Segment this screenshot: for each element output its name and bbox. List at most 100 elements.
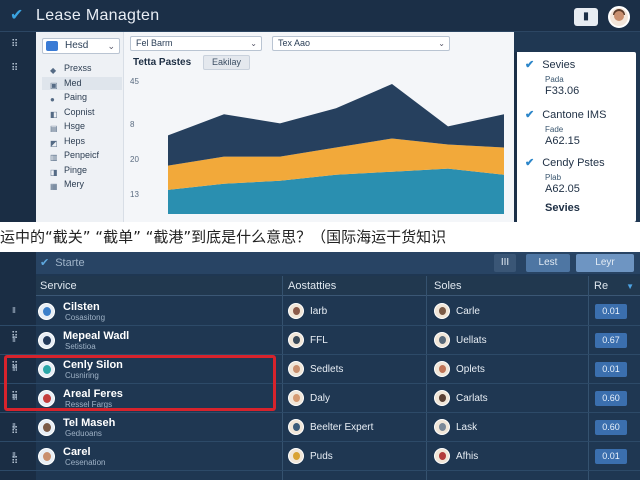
avatar <box>288 448 304 464</box>
row-name: Tel Maseh <box>63 417 116 429</box>
attribute-text: FFL <box>310 335 328 346</box>
sales-text: Uellats <box>456 335 487 346</box>
list-icon[interactable]: ⠿ <box>11 64 23 74</box>
chart-tab[interactable]: Eakilay <box>203 55 251 70</box>
app-window: ✔ Lease Managten ▮ ⠿ ⠿ ⠿ ⠿ ⠿ ⠿ ⠿ Hesd ⌄ … <box>0 0 640 480</box>
nav-item-label: Pinge <box>64 164 88 175</box>
value-badge[interactable]: 0.60 <box>595 391 627 406</box>
avatar <box>38 303 55 320</box>
filter-value: Tex Aao <box>278 38 311 48</box>
attribute-text: Sedlets <box>310 364 344 375</box>
column-header[interactable]: Re <box>594 280 608 292</box>
nav-item[interactable]: ◨ Pinge <box>42 164 122 177</box>
chart-title: Tetta Pastes <box>133 57 192 68</box>
nav-item[interactable]: ▣ Med <box>42 76 122 90</box>
nav-item-icon: ▥ <box>50 153 58 162</box>
next-button[interactable]: Leyr <box>576 254 634 272</box>
legend-heading[interactable]: ✔ Cantone IMS <box>525 108 606 121</box>
value-badge[interactable]: 0.01 <box>595 362 627 377</box>
toolbar-label-text: Starte <box>55 257 85 269</box>
top-bar: ✔ Lease Managten ▮ <box>0 0 640 32</box>
pause-button[interactable]: III <box>494 254 516 272</box>
nav-item[interactable]: ◩ Heps <box>42 135 122 148</box>
value-badge[interactable]: 0.60 <box>595 420 627 435</box>
row-index: Ⅱ <box>12 335 16 344</box>
nav-item[interactable]: ▥ Penpeicf <box>42 149 122 162</box>
nav-item[interactable]: ▦ Mery <box>42 178 122 191</box>
nav-item[interactable]: ▤ Hsge <box>42 120 122 133</box>
avatar <box>434 448 450 464</box>
sales-text: Lask <box>456 422 478 433</box>
nav-item[interactable]: ● Paing <box>42 91 122 104</box>
avatar <box>288 390 304 406</box>
row-name: Mepeal Wadl <box>63 330 130 342</box>
filter-select-2[interactable]: Tex Aao ⌄ <box>272 36 450 51</box>
attribute-cell: Sedlets <box>288 361 343 378</box>
nav-item[interactable]: ◧ Copnist <box>42 106 122 119</box>
check-icon: ✔ <box>525 109 535 121</box>
nav-item-label: Copnist <box>64 106 95 117</box>
legend-heading-text: Sevies <box>542 59 576 71</box>
column-header[interactable]: Aostatties <box>288 280 336 292</box>
attribute-cell: Daly <box>288 390 330 407</box>
view-select[interactable]: Hesd ⌄ <box>42 38 120 54</box>
avatar <box>38 448 55 465</box>
value-badge[interactable]: 0.01 <box>595 304 627 319</box>
nav-item[interactable]: ◆ Prexss <box>42 62 122 75</box>
toolbar-label: ✔ Starte <box>40 256 85 269</box>
view-select-value: Hesd <box>65 40 89 51</box>
avatar <box>38 419 55 436</box>
column-header[interactable]: Service <box>40 280 77 292</box>
user-avatar[interactable] <box>608 6 630 28</box>
check-icon: ✔ <box>525 59 535 71</box>
legend-heading[interactable]: ✔ Sevies <box>525 58 575 71</box>
table-row[interactable]: Ⅱ Tel Maseh Geduoans Beelter Expert Lask 0.60 <box>0 413 640 442</box>
attribute-text: Iarb <box>310 306 328 317</box>
top-actions: ▮ <box>574 6 630 28</box>
grid-icon[interactable]: ⠿ <box>11 40 23 50</box>
table-header: Service Aostatties Soles Re ▼ <box>36 276 640 296</box>
last-button[interactable]: Lest <box>526 254 570 272</box>
avatar <box>434 419 450 435</box>
nav-item-label: Prexss <box>64 63 92 73</box>
row-subtitle: Cosasitong <box>65 313 106 322</box>
highlight-box <box>4 355 276 411</box>
y-tick-label: 8 <box>130 120 135 129</box>
legend-heading[interactable]: ✔ Cendy Pstes <box>525 156 605 169</box>
legend-value: F33.06 <box>545 85 580 97</box>
nav-item-label: Med <box>64 77 82 88</box>
nav-item-icon: ◧ <box>50 109 58 119</box>
avatar <box>288 361 304 377</box>
table-row[interactable]: Ⅱ Cilsten Cosasitong Iarb Carle 0.01 <box>0 297 640 326</box>
sales-text: Afhis <box>456 451 479 462</box>
avatar <box>288 332 304 348</box>
avatar <box>38 332 55 349</box>
avatar <box>288 303 304 319</box>
value-badge[interactable]: 0.67 <box>595 333 627 348</box>
row-index: Ⅱ <box>12 451 16 460</box>
chevron-down-icon: ⌄ <box>250 39 257 48</box>
check-icon: ✔ <box>525 157 535 169</box>
checkmark-logo-icon: ✔ <box>10 6 24 24</box>
nav-item-icon: ◩ <box>50 138 58 148</box>
legend-panel: ✔ Sevies Pada F33.06 ✔ Cantone IMS Fade A62.15 ✔… <box>514 52 636 222</box>
y-tick-label: 13 <box>130 190 139 199</box>
card-sidebar: Hesd ⌄ ◆ Prexss ▣ Med ● Paing ◧ Copnist ▤ Hsge ◩ He… <box>36 32 124 222</box>
value-badge[interactable]: 0.01 <box>595 449 627 464</box>
table-row[interactable]: Ⅱ Mepeal Wadl Setistioa FFL Uellats 0.67 <box>0 326 640 355</box>
sales-cell: Carle <box>434 303 480 320</box>
attribute-cell: Puds <box>288 448 333 465</box>
column-header[interactable]: Soles <box>434 280 462 292</box>
menu-button[interactable]: ▮ <box>574 8 598 26</box>
sales-cell: Oplets <box>434 361 485 378</box>
sales-cell: Afhis <box>434 448 478 465</box>
row-name: Cilsten <box>63 301 100 313</box>
legend-sub: Pada <box>545 75 564 84</box>
row-index: Ⅱ <box>12 422 16 431</box>
sort-arrow-icon[interactable]: ▼ <box>626 282 634 291</box>
filter-select-1[interactable]: Fel Barm ⌄ <box>130 36 262 51</box>
folder-icon <box>46 41 58 51</box>
table-row[interactable]: Ⅱ Carel Cesenation Puds Afhis 0.01 <box>0 442 640 471</box>
y-tick-label: 45 <box>130 77 139 86</box>
attribute-cell: Iarb <box>288 303 327 320</box>
